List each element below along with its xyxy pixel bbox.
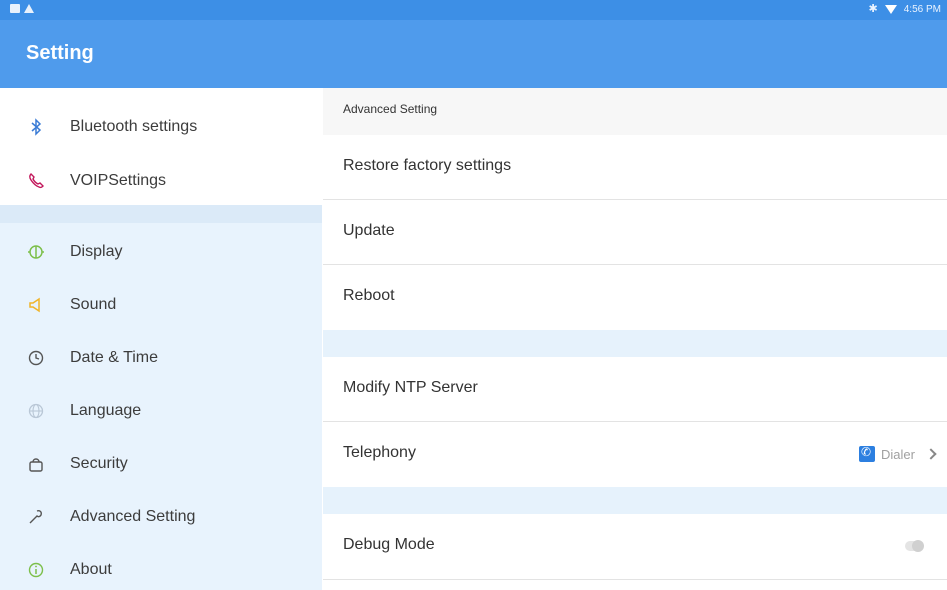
- update-row[interactable]: Update: [323, 200, 947, 265]
- sidebar-item-date-time[interactable]: Date & Time: [0, 331, 322, 384]
- modify-ntp-server-row[interactable]: Modify NTP Server: [323, 357, 947, 422]
- chevron-right-icon: [925, 448, 937, 460]
- toggle-knob: [912, 540, 924, 552]
- sidebar-item-label: Display: [70, 242, 123, 260]
- sidebar-item-security[interactable]: Security: [0, 437, 322, 490]
- sidebar-item-advanced-setting[interactable]: Advanced Setting: [0, 490, 322, 543]
- row-label: Restore factory settings: [343, 157, 512, 174]
- main-content: Advanced Setting Restore factory setting…: [323, 88, 947, 590]
- sidebar-item-sound[interactable]: Sound: [0, 278, 322, 331]
- telephony-value: Dialer: [859, 445, 937, 462]
- wifi-icon: [884, 4, 897, 14]
- debug-mode-toggle[interactable]: [905, 540, 924, 552]
- speaker-icon: [27, 296, 45, 314]
- sidebar-item-language[interactable]: Language: [0, 384, 322, 437]
- status-time: 4:56 PM: [903, 3, 941, 15]
- notification-icon: [10, 4, 20, 13]
- status-right: ✱ 4:56 PM: [869, 3, 941, 15]
- lock-icon: [27, 455, 45, 473]
- section-title: Advanced Setting: [343, 102, 438, 116]
- dialer-icon: [859, 445, 876, 462]
- bluetooth-icon: ✱: [868, 3, 878, 15]
- row-label: Modify NTP Server: [343, 379, 478, 396]
- section-header: Advanced Setting: [323, 88, 947, 135]
- section-spacer: [323, 330, 947, 357]
- sidebar-item-bluetooth[interactable]: Bluetooth settings: [0, 100, 322, 153]
- telephony-row[interactable]: Telephony Dialer: [323, 422, 947, 487]
- sidebar: Bluetooth settings VOIPSettings Display …: [0, 88, 322, 590]
- sidebar-item-voip[interactable]: VOIPSettings: [0, 154, 322, 207]
- display-icon: [27, 243, 45, 261]
- debug-mode-row[interactable]: Debug Mode: [323, 514, 947, 580]
- bluetooth-icon: [27, 117, 45, 136]
- page-title: Setting: [26, 42, 94, 64]
- sidebar-item-label: Security: [70, 454, 128, 472]
- status-left-icons: [10, 4, 34, 13]
- status-bar: ✱ 4:56 PM: [0, 0, 947, 20]
- sidebar-item-label: Language: [70, 401, 142, 419]
- sidebar-item-label: Sound: [70, 295, 117, 313]
- reboot-row[interactable]: Reboot: [323, 265, 947, 330]
- row-label: Reboot: [343, 287, 395, 304]
- phone-icon: [27, 172, 45, 190]
- section-spacer: [323, 487, 947, 514]
- app-bar: Setting: [0, 20, 947, 88]
- sidebar-item-display[interactable]: Display: [0, 225, 322, 278]
- sidebar-item-about[interactable]: About: [0, 543, 322, 590]
- info-icon: [27, 561, 45, 579]
- sidebar-item-label: VOIPSettings: [70, 171, 167, 189]
- sidebar-item-label: About: [70, 560, 112, 578]
- wrench-icon: [27, 508, 45, 526]
- sidebar-item-label: Advanced Setting: [70, 507, 196, 525]
- sidebar-item-label: Date & Time: [70, 348, 159, 366]
- telephony-value-text: Dialer: [881, 446, 915, 462]
- row-label: Telephony: [343, 444, 416, 461]
- restore-factory-settings-row[interactable]: Restore factory settings: [323, 135, 947, 200]
- row-label: Update: [343, 222, 395, 239]
- warning-icon: [24, 4, 34, 13]
- sidebar-divider: [0, 205, 322, 223]
- clock-icon: [27, 349, 45, 367]
- row-label: Debug Mode: [343, 536, 435, 553]
- globe-icon: [27, 402, 45, 420]
- sidebar-item-label: Bluetooth settings: [70, 117, 198, 135]
